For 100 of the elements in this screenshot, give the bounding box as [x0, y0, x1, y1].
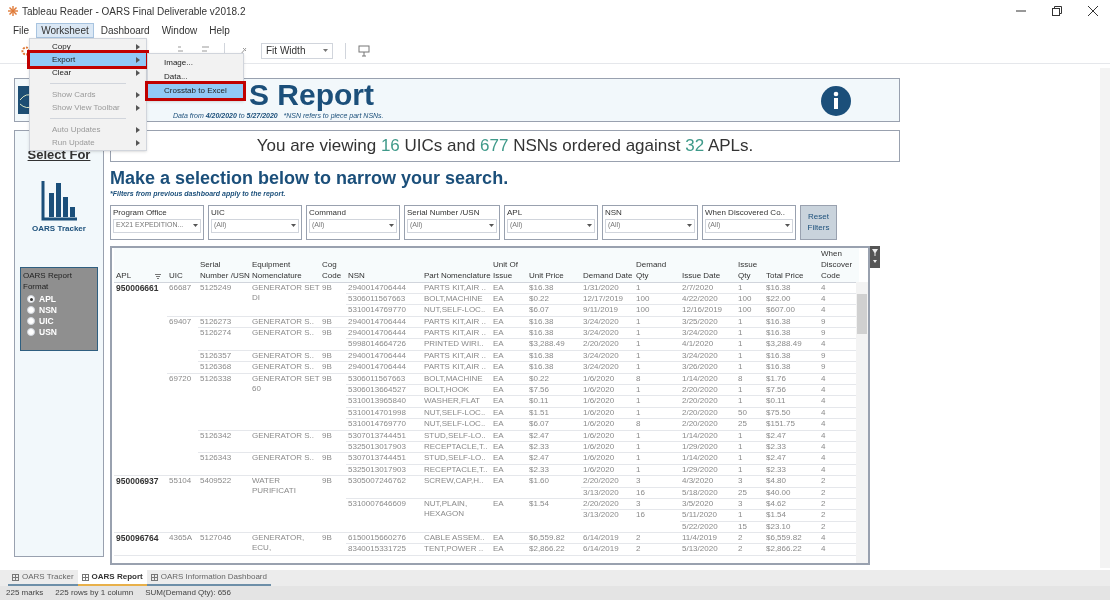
caret-icon [587, 224, 592, 227]
table-cell: 1 [736, 464, 764, 476]
radio-button[interactable] [27, 306, 35, 314]
table-cell: 1 [634, 282, 680, 294]
table-cell: $23.10 [764, 521, 819, 533]
menu-item[interactable]: Window [156, 22, 203, 38]
column-header[interactable]: Cog Code [320, 247, 346, 282]
table-cell: 8 [634, 418, 680, 431]
column-header[interactable]: Unit Price [527, 247, 581, 282]
filter-icon[interactable] [870, 245, 880, 268]
table-cell: 5307013744451 [346, 452, 422, 465]
table-cell: $16.38 [764, 327, 819, 339]
column-header[interactable]: APL [114, 247, 167, 282]
table-cell: 5310014701998 [346, 407, 422, 419]
table-cell: $2.33 [527, 464, 581, 476]
table-cell: $16.38 [527, 350, 581, 362]
table-cell: 6/14/2019 [581, 532, 634, 544]
table-cell: 1/6/2020 [581, 373, 634, 385]
submenu-option[interactable]: Data... [148, 70, 243, 84]
gear-icon[interactable] [20, 44, 32, 57]
table-cell: 950006937 [114, 475, 167, 533]
window-title: Tableau Reader - OARS Final Deliverable v2018.2 [22, 4, 246, 19]
table-cell: 69407 [167, 316, 198, 374]
table-cell: 100 [736, 304, 764, 317]
radio-button[interactable] [27, 295, 35, 303]
table-cell: 1 [634, 430, 680, 442]
radio-button[interactable] [27, 317, 35, 325]
scroll-thumb[interactable] [857, 293, 867, 334]
scroll-bar[interactable] [856, 281, 868, 563]
table-cell: 1 [736, 316, 764, 328]
table-cell: 1 [736, 441, 764, 453]
table-cell: 2/20/2020 [581, 475, 634, 488]
table-cell: $1.54 [527, 498, 581, 533]
restore-icon[interactable] [1052, 6, 1062, 16]
table-cell: 3/24/2020 [581, 350, 634, 362]
fit-width-dropdown[interactable]: Fit Width [261, 42, 333, 59]
table-cell: 9/11/2019 [581, 304, 634, 317]
table-cell: PARTS KIT,AIR .. [422, 350, 491, 362]
table-cell: 16 [634, 509, 680, 533]
table-cell: $0.11 [527, 395, 581, 408]
table-cell: 1 [736, 430, 764, 442]
column-header[interactable]: Equipment Nomenclature [250, 247, 320, 282]
table-cell: 2/20/2020 [680, 418, 736, 431]
table-cell: EA [491, 544, 527, 556]
sheet-tab[interactable]: OARS Report [77, 570, 147, 586]
table-cell: 1 [736, 338, 764, 351]
menu-item[interactable]: Worksheet [36, 22, 94, 38]
submenu-option[interactable]: Crosstab to Excel [148, 84, 243, 98]
table-cell: 5/22/2020 [680, 521, 736, 533]
table-cell: NUT,SELF-LOC.. [422, 304, 491, 317]
menu-item[interactable]: File [8, 22, 35, 38]
table-cell: 8 [634, 373, 680, 385]
column-header[interactable]: When Discover Code [819, 247, 859, 282]
column-header[interactable]: Serial Number /USN [198, 247, 250, 282]
table-cell: 2 [634, 532, 680, 544]
table-cell: 5126342 [198, 430, 250, 453]
column-header[interactable]: Total Price [764, 247, 819, 282]
table-cell: 1/14/2020 [680, 452, 736, 465]
table-cell: EA [491, 282, 527, 294]
close-icon[interactable] [1088, 6, 1098, 16]
table-cell: PARTS KIT,AIR .. [422, 282, 491, 294]
table-cell: 6/14/2019 [581, 544, 634, 556]
table-cell: $75.50 [764, 407, 819, 419]
table-cell: $7.56 [527, 384, 581, 396]
table-cell: 2940014706444 [346, 361, 422, 374]
column-header[interactable]: Demand Date [581, 247, 634, 282]
table-cell: 5126274 [198, 327, 250, 351]
table-cell: $2.47 [764, 452, 819, 465]
table-cell: 4/1/2020 [680, 338, 736, 351]
table-cell: 5/18/2020 [680, 487, 736, 499]
bar-chart-icon[interactable] [41, 178, 77, 221]
menu-item[interactable]: Help [204, 22, 235, 38]
menu-option[interactable]: Clear [30, 66, 146, 79]
submenu-option[interactable]: Image... [148, 56, 243, 70]
caret-icon [687, 224, 692, 227]
column-header[interactable]: Part Nomenclature [422, 247, 491, 282]
tracker-label[interactable]: OARS Tracker [32, 222, 86, 235]
table-cell: 1 [634, 407, 680, 419]
table-cell: $0.22 [527, 293, 581, 305]
table-cell: CABLE ASSEM.. [422, 532, 491, 544]
reset-filters-button[interactable]: Reset Filters [800, 204, 837, 240]
menu-item[interactable]: Dashboard [95, 22, 155, 38]
sort-icon[interactable] [155, 273, 161, 279]
column-header[interactable]: Demand Qty [634, 247, 680, 282]
table-cell: 5325013017903 [346, 441, 422, 453]
table-cell: STUD,SELF-LO.. [422, 452, 491, 465]
info-icon[interactable] [821, 86, 851, 116]
table-cell: $1.51 [527, 407, 581, 419]
radio-button[interactable] [27, 328, 35, 336]
table-cell: $1.54 [764, 509, 819, 522]
column-header[interactable]: UIC [167, 247, 198, 282]
table-cell: 1/6/2020 [581, 430, 634, 442]
presentation-icon[interactable] [358, 44, 370, 57]
table-cell: $0.22 [527, 373, 581, 385]
column-header[interactable]: Issue Date [680, 247, 736, 282]
menu-option[interactable]: Export [30, 53, 146, 66]
column-header[interactable]: NSN [346, 247, 422, 282]
column-header[interactable]: Issue Qty [736, 247, 764, 282]
column-header[interactable]: Unit Of Issue [491, 247, 527, 282]
table-cell: EA [491, 327, 527, 339]
